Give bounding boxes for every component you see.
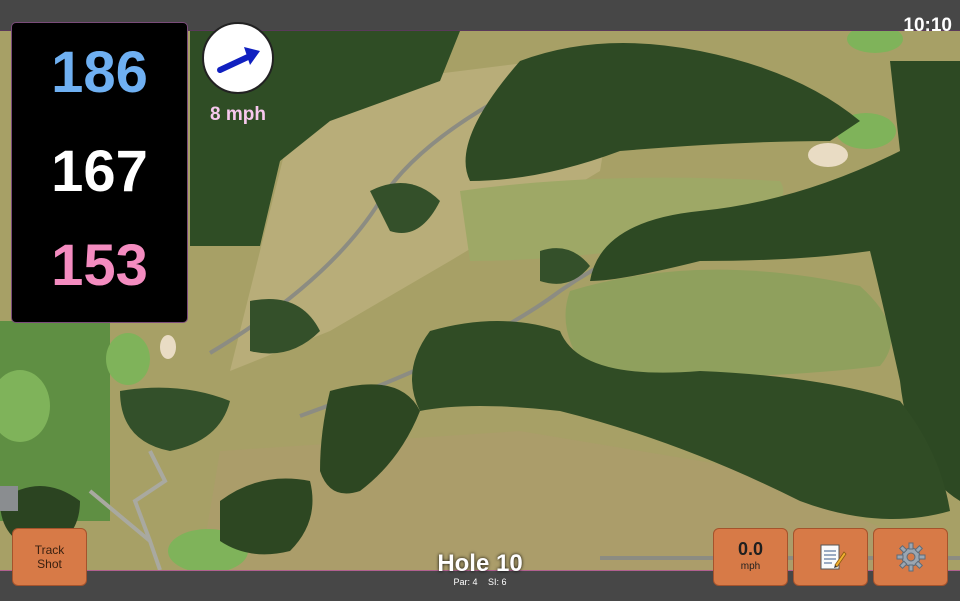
- hole-par: Par: 4: [453, 577, 478, 587]
- wind-speed: 8 mph: [210, 104, 266, 125]
- speed-button[interactable]: 0.0 mph: [713, 528, 788, 586]
- track-shot-label-line2: Shot: [37, 557, 62, 571]
- speed-unit: mph: [740, 561, 761, 572]
- distance-back: 186: [51, 40, 148, 105]
- hole-title: Hole 10: [437, 550, 523, 577]
- gear-icon: [896, 542, 925, 572]
- distance-middle: 167: [51, 139, 148, 204]
- settings-button[interactable]: [873, 528, 948, 586]
- speed-value: 0.0: [737, 539, 764, 559]
- track-shot-button[interactable]: Track Shot: [12, 528, 87, 586]
- distance-front: 153: [51, 233, 148, 298]
- distance-panel: 186 167 153: [11, 22, 188, 323]
- hole-stroke-index: SI: 6: [488, 577, 507, 587]
- clock: 10:10: [903, 15, 952, 36]
- notes-button[interactable]: [793, 528, 868, 586]
- wind-arrow-icon: [217, 47, 260, 73]
- wind-direction-indicator: [202, 22, 274, 94]
- hole-info: Par: 4 SI: 6: [380, 577, 580, 588]
- notepad-icon: [820, 544, 847, 570]
- track-shot-label-line1: Track: [34, 543, 65, 557]
